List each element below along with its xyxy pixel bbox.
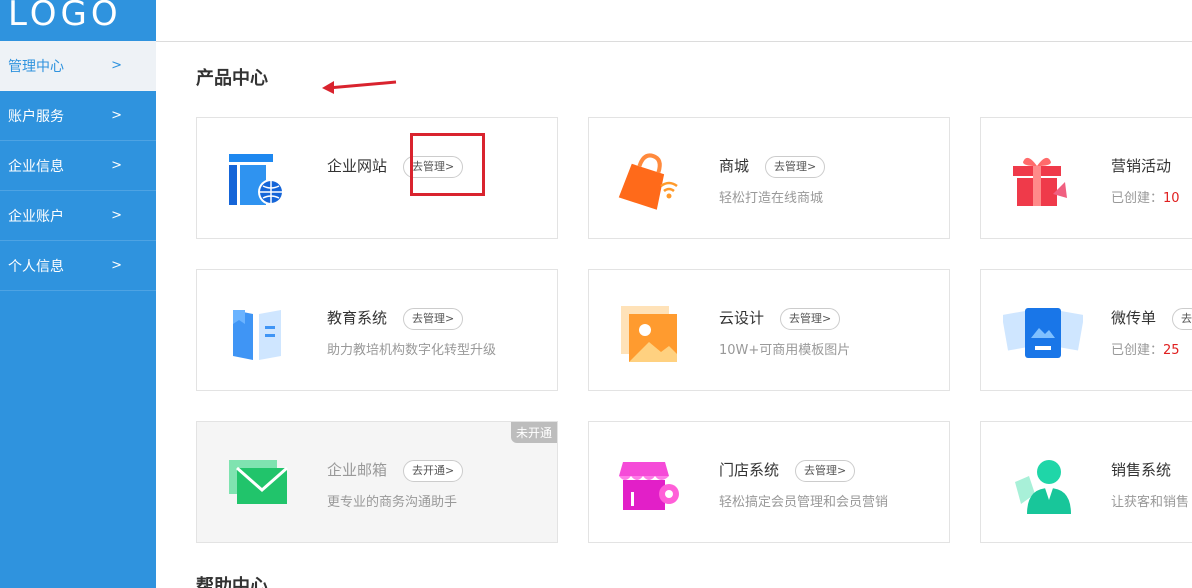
sales-person-icon xyxy=(1015,460,1071,514)
card-description: 10W+可商用模板图片 xyxy=(719,343,851,358)
card-description: 更专业的商务沟通助手 xyxy=(327,495,458,510)
created-count: 10 xyxy=(1163,191,1180,206)
sidebar-item-label: 企业信息 xyxy=(8,158,64,175)
card-description: 助力教培机构数字化转型升级 xyxy=(327,343,497,358)
section-title: 产品中心 xyxy=(196,68,268,89)
annotation-arrow-icon xyxy=(322,80,397,94)
product-card-sales[interactable]: 销售系统 让获客和销售 xyxy=(980,421,1192,543)
sidebar-nav: 管理中心 > 账户服务 > 企业信息 > 企业账户 > 个人信息 > xyxy=(0,41,156,291)
card-title-text: 商城 xyxy=(719,157,750,175)
sidebar-item-management-center[interactable]: 管理中心 > xyxy=(0,41,156,91)
created-count: 25 xyxy=(1163,343,1180,358)
top-bar xyxy=(156,0,1192,42)
product-card-store[interactable]: 门店系统 去管理> 轻松搞定会员管理和会员营销 xyxy=(588,421,950,543)
product-card-flyer[interactable]: 微传单去 已创建：25 xyxy=(980,269,1192,391)
image-icon xyxy=(621,306,677,362)
card-title: 销售系统 xyxy=(1111,461,1172,479)
created-label: 已创建： xyxy=(1111,191,1164,206)
card-title: 云设计 去管理> xyxy=(719,307,841,330)
help-center-title: 帮助中心 xyxy=(196,576,268,588)
card-title-text: 微传单 xyxy=(1111,309,1157,327)
manage-button[interactable]: 去 xyxy=(1172,307,1192,330)
card-description: 让获客和销售 xyxy=(1111,495,1190,510)
chevron-right-icon: > xyxy=(111,258,122,273)
card-description: 轻松搞定会员管理和会员营销 xyxy=(719,495,889,510)
card-title-text: 企业网站 xyxy=(327,157,388,175)
product-card-mall[interactable]: 商城 去管理> 轻松打造在线商城 xyxy=(588,117,950,239)
chevron-right-icon: > xyxy=(111,58,122,73)
sidebar-item-company-account[interactable]: 企业账户 > xyxy=(0,191,156,241)
sidebar-item-label: 个人信息 xyxy=(8,258,64,275)
product-card-education[interactable]: 教育系统 去管理> 助力教培机构数字化转型升级 xyxy=(196,269,558,391)
card-title: 微传单去 xyxy=(1111,307,1192,330)
card-title-text: 教育系统 xyxy=(327,309,388,327)
card-title-text: 企业邮箱 xyxy=(327,461,388,479)
chevron-right-icon: > xyxy=(111,208,122,223)
shop-bag-icon xyxy=(618,153,678,210)
card-description: 已创建：25 xyxy=(1111,339,1180,358)
created-label: 已创建： xyxy=(1111,343,1164,358)
sidebar-item-company-info[interactable]: 企业信息 > xyxy=(0,141,156,191)
manage-button[interactable]: 去管理> xyxy=(403,307,464,330)
card-title: 企业邮箱 去开通> xyxy=(327,459,464,482)
manage-button[interactable]: 去管理> xyxy=(795,459,856,482)
card-title: 门店系统 去管理> xyxy=(719,459,856,482)
logo: LOGO xyxy=(8,0,122,34)
sidebar-item-label: 管理中心 xyxy=(8,58,64,75)
main-content: 产品中心 企业网站 去管理> 商城 去管理> 轻松打造在线商城 营销活动 已创建… xyxy=(156,42,1192,588)
product-card-marketing[interactable]: 营销活动 已创建：10 xyxy=(980,117,1192,239)
activate-button[interactable]: 去开通> xyxy=(403,459,464,482)
sidebar-item-account-service[interactable]: 账户服务 > xyxy=(0,91,156,141)
card-title: 教育系统 去管理> xyxy=(327,307,464,330)
sidebar-item-label: 企业账户 xyxy=(8,208,64,225)
card-title-text: 云设计 xyxy=(719,309,765,327)
card-description: 已创建：10 xyxy=(1111,187,1180,206)
card-title-text: 门店系统 xyxy=(719,461,780,479)
website-icon xyxy=(229,154,284,205)
card-title: 营销活动 xyxy=(1111,157,1172,175)
status-badge: 未开通 xyxy=(510,422,557,443)
mail-icon xyxy=(229,460,288,504)
manage-button[interactable]: 去管理> xyxy=(765,155,826,178)
sidebar-item-label: 账户服务 xyxy=(8,108,64,125)
flyer-icon xyxy=(1003,308,1083,358)
sidebar: LOGO 管理中心 > 账户服务 > 企业信息 > 企业账户 > 个人信息 > xyxy=(0,0,156,588)
chevron-right-icon: > xyxy=(111,108,122,123)
book-icon xyxy=(233,310,281,360)
store-icon xyxy=(619,462,679,510)
chevron-right-icon: > xyxy=(111,158,122,173)
sidebar-item-personal-info[interactable]: 个人信息 > xyxy=(0,241,156,291)
highlight-box xyxy=(410,133,485,196)
product-card-website[interactable]: 企业网站 去管理> xyxy=(196,117,558,239)
card-description: 轻松打造在线商城 xyxy=(719,191,824,206)
product-card-email[interactable]: 未开通 企业邮箱 去开通> 更专业的商务沟通助手 xyxy=(196,421,558,543)
product-card-cloud-design[interactable]: 云设计 去管理> 10W+可商用模板图片 xyxy=(588,269,950,391)
card-title: 商城 去管理> xyxy=(719,155,826,178)
gift-icon xyxy=(1013,157,1067,206)
manage-button[interactable]: 去管理> xyxy=(780,307,841,330)
